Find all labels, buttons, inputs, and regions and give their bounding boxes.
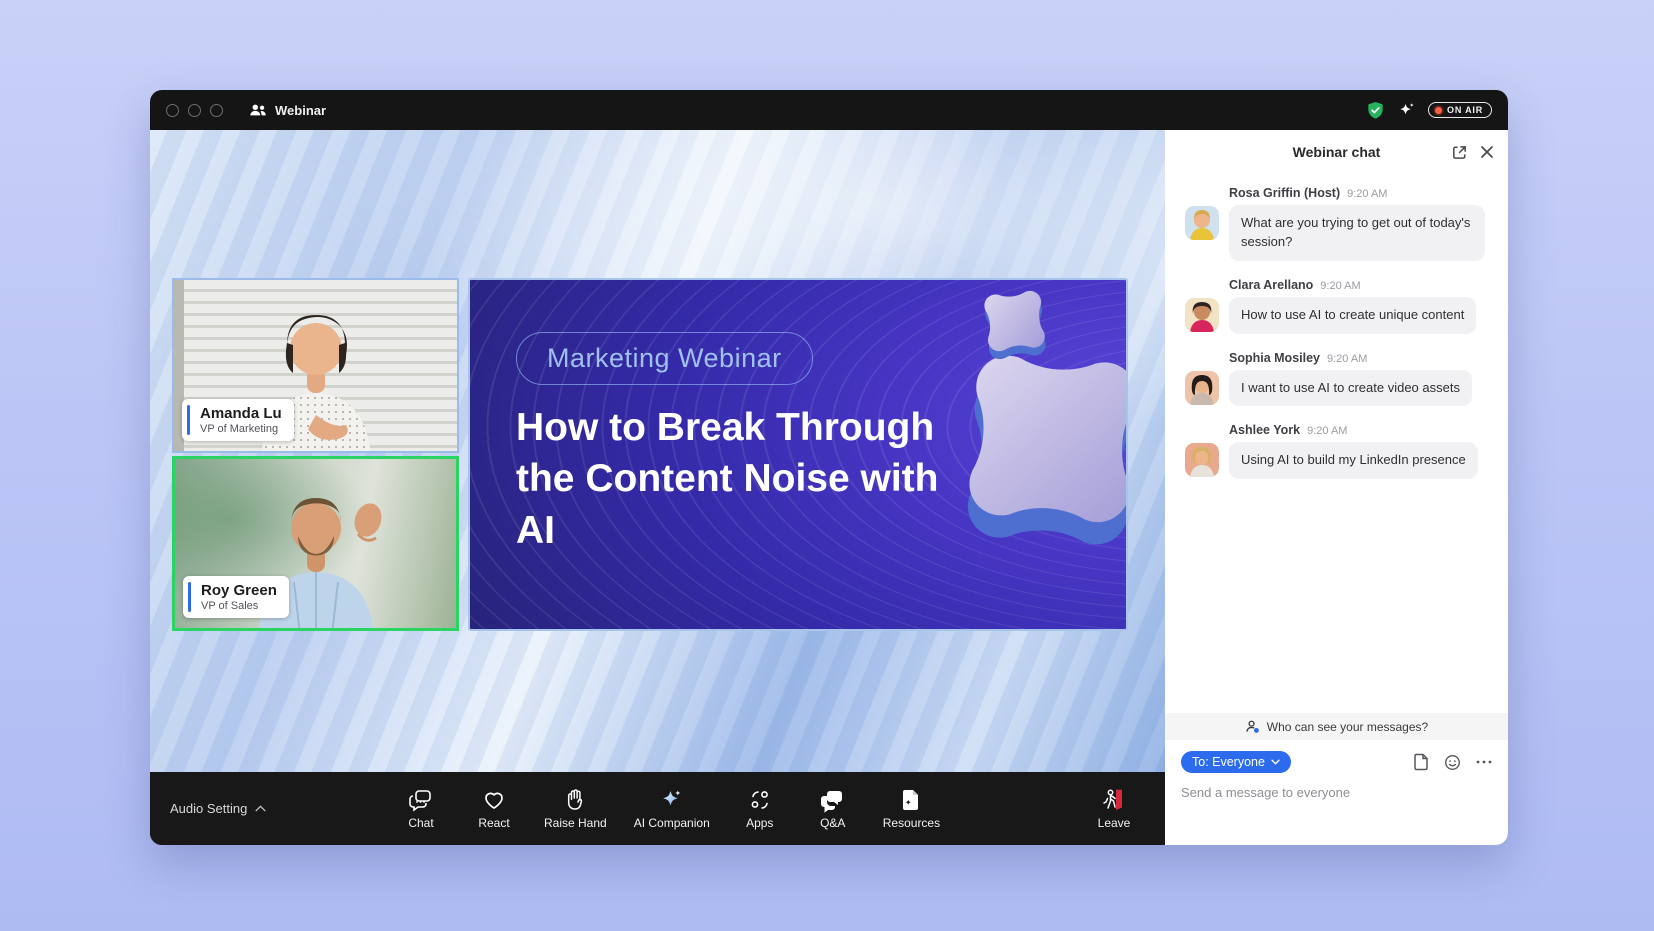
speaker-name: Roy Green: [195, 582, 277, 599]
popout-icon[interactable]: [1451, 144, 1468, 161]
message-time: 9:20 AM: [1327, 353, 1367, 365]
resources-document-icon: [898, 787, 924, 813]
app-title-label: Webinar: [275, 103, 326, 118]
speaker-name-tag: Amanda Lu VP of Marketing: [182, 399, 294, 441]
chevron-down-icon: [1271, 759, 1280, 765]
stage: Amanda Lu VP of Marketing: [150, 130, 1165, 845]
window-controls: [166, 104, 223, 117]
chat-header: Webinar chat: [1165, 130, 1508, 174]
slide-3d-star-shape-small: [974, 284, 1055, 365]
toolbar-chat-button[interactable]: Chat: [398, 787, 444, 830]
chat-message: Sophia Mosiley 9:20 AM I want to use AI t…: [1165, 351, 1508, 407]
slide-badge: Marketing Webinar: [516, 332, 813, 385]
to-everyone-dropdown[interactable]: To: Everyone: [1181, 751, 1291, 773]
avatar: [1185, 371, 1219, 405]
apps-icon: [747, 787, 773, 813]
message-bubble: I want to use AI to create video assets: [1229, 370, 1472, 407]
titlebar: Webinar ON AIR: [150, 90, 1508, 130]
chat-bubble-icon: [408, 787, 434, 813]
avatar: [1185, 206, 1219, 240]
toolbar-label: Chat: [408, 816, 433, 830]
ai-sparkle-icon: [659, 787, 685, 813]
toolbar-resources-button[interactable]: Resources: [883, 787, 940, 830]
message-time: 9:20 AM: [1307, 425, 1347, 437]
raised-hand-icon: [562, 787, 588, 813]
toolbar-label: React: [478, 816, 509, 830]
video-tile-roy[interactable]: Roy Green VP of Sales: [172, 456, 459, 631]
toolbar-raise-hand-button[interactable]: Raise Hand: [544, 787, 607, 830]
slide-title: How to Break Through the Content Noise w…: [516, 402, 986, 556]
audio-setting-label: Audio Setting: [170, 801, 247, 816]
emoji-icon[interactable]: [1444, 754, 1461, 771]
chat-message: Rosa Griffin (Host) 9:20 AM What are you …: [1165, 186, 1508, 261]
on-air-label: ON AIR: [1447, 105, 1483, 115]
toolbar-react-button[interactable]: React: [471, 787, 517, 830]
speaker-name-tag: Roy Green VP of Sales: [183, 576, 289, 618]
toolbar-label: Resources: [883, 816, 940, 830]
privacy-note-bar[interactable]: Who can see your messages?: [1165, 713, 1508, 740]
app-title: Webinar: [249, 103, 326, 118]
more-ellipsis-icon[interactable]: [1476, 760, 1492, 764]
speaker-name: Amanda Lu: [194, 405, 282, 422]
chat-message-list[interactable]: Rosa Griffin (Host) 9:20 AM What are you …: [1165, 174, 1508, 713]
audio-setting-button[interactable]: Audio Setting: [170, 801, 266, 816]
message-author: Clara Arellano: [1229, 278, 1313, 292]
toolbar-leave-button[interactable]: Leave: [1091, 787, 1137, 830]
message-bubble: What are you trying to get out of today'…: [1229, 205, 1485, 261]
file-icon[interactable]: [1413, 753, 1429, 771]
message-author: Rosa Griffin (Host): [1229, 186, 1340, 200]
toolbar-qa-button[interactable]: Q&A: [810, 787, 856, 830]
window-content: Amanda Lu VP of Marketing: [150, 130, 1508, 845]
meeting-toolbar: Audio Setting Chat: [150, 772, 1165, 845]
presentation-slide: Marketing Webinar How to Break Through t…: [468, 278, 1128, 631]
toolbar-label: Raise Hand: [544, 816, 607, 830]
toolbar-label: Apps: [746, 816, 773, 830]
toolbar-label: Leave: [1098, 816, 1131, 830]
webinar-window: Webinar ON AIR: [150, 90, 1508, 845]
message-time: 9:20 AM: [1320, 280, 1360, 292]
speaker-title: VP of Marketing: [194, 423, 282, 435]
speaker-title: VP of Sales: [195, 600, 277, 612]
sparkle-icon[interactable]: [1397, 101, 1416, 120]
window-close-button[interactable]: [166, 104, 179, 117]
toolbar-ai-companion-button[interactable]: AI Companion: [634, 787, 710, 830]
on-air-badge: ON AIR: [1428, 102, 1492, 118]
toolbar-apps-button[interactable]: Apps: [737, 787, 783, 830]
chat-message-input[interactable]: [1181, 785, 1492, 800]
toolbar-label: Q&A: [820, 816, 845, 830]
video-area: Amanda Lu VP of Marketing: [150, 130, 1165, 772]
shield-check-icon[interactable]: [1366, 101, 1385, 120]
window-zoom-button[interactable]: [210, 104, 223, 117]
compose-area: To: Everyone: [1165, 740, 1508, 845]
on-air-dot: [1435, 107, 1442, 114]
privacy-note-text: Who can see your messages?: [1267, 720, 1428, 734]
avatar: [1185, 298, 1219, 332]
toolbar-center-group: Chat React Raise Hand: [398, 787, 940, 830]
people-icon: [249, 103, 267, 117]
message-time: 9:20 AM: [1347, 188, 1387, 200]
toolbar-label: AI Companion: [634, 816, 710, 830]
close-icon[interactable]: [1480, 145, 1494, 159]
message-bubble: Using AI to build my LinkedIn presence: [1229, 442, 1478, 479]
chat-panel: Webinar chat: [1165, 130, 1508, 845]
qa-bubbles-icon: [820, 787, 846, 813]
video-tile-amanda[interactable]: Amanda Lu VP of Marketing: [172, 278, 459, 453]
message-author: Sophia Mosiley: [1229, 351, 1320, 365]
person-visibility-icon: [1245, 719, 1260, 734]
message-bubble: How to use AI to create unique content: [1229, 297, 1476, 334]
to-everyone-label: To: Everyone: [1192, 755, 1265, 769]
chat-title: Webinar chat: [1293, 144, 1381, 160]
window-minimize-button[interactable]: [188, 104, 201, 117]
chevron-up-icon: [255, 805, 266, 812]
avatar: [1185, 443, 1219, 477]
message-author: Ashlee York: [1229, 423, 1300, 437]
heart-icon: [481, 787, 507, 813]
chat-message: Clara Arellano 9:20 AM How to use AI to c…: [1165, 278, 1508, 334]
titlebar-right: ON AIR: [1366, 101, 1492, 120]
chat-message: Ashlee York 9:20 AM Using AI to build my …: [1165, 423, 1508, 479]
leave-door-icon: [1101, 787, 1127, 813]
